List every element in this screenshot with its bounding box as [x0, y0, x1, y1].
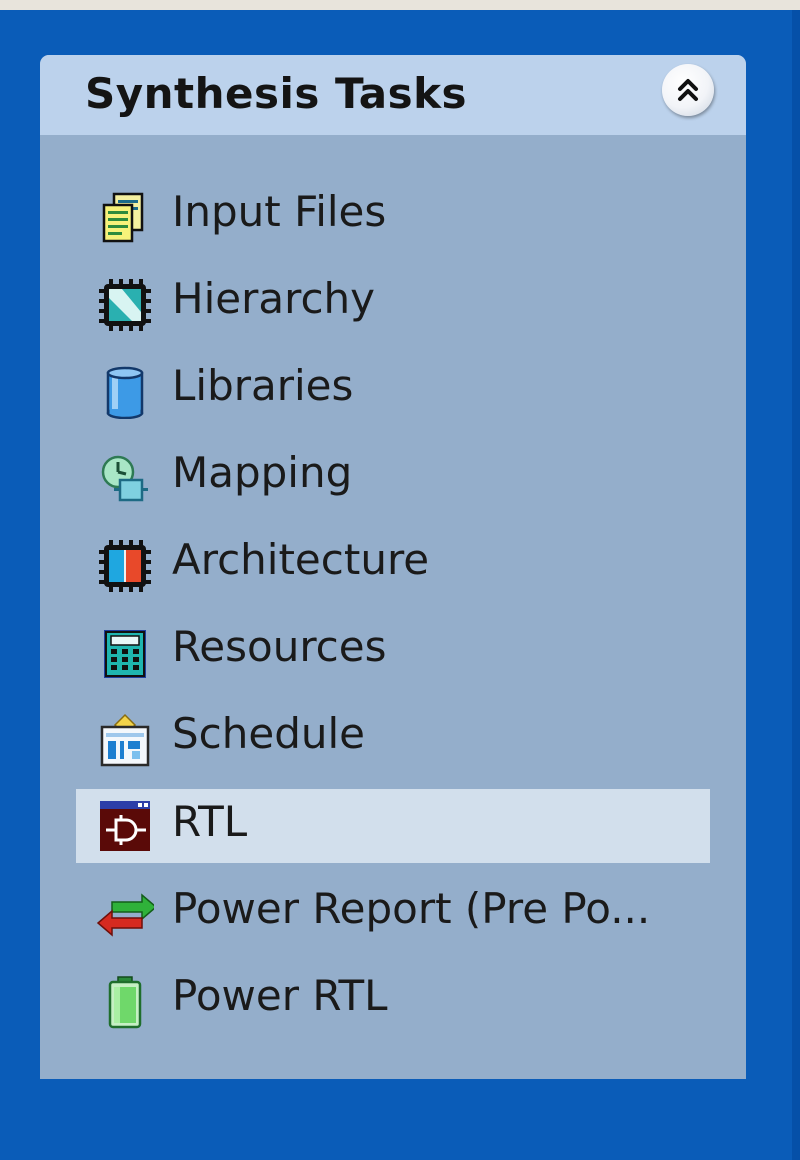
- panel-header[interactable]: Synthesis Tasks: [40, 55, 746, 135]
- hierarchy-icon: [99, 279, 151, 331]
- double-chevron-up-icon: [678, 79, 698, 101]
- task-item-label: Mapping: [172, 448, 353, 497]
- power-rtl-icon: [108, 976, 142, 1029]
- task-item-schedule[interactable]: Schedule: [76, 701, 710, 775]
- task-item-label: Power Report (Pre Po...: [172, 884, 651, 933]
- input-files-icon: [102, 192, 144, 243]
- task-item-power-rtl[interactable]: Power RTL: [76, 963, 710, 1037]
- task-item-label: Libraries: [172, 361, 354, 410]
- task-item-label: Input Files: [172, 187, 387, 236]
- power-report-icon: [96, 893, 154, 937]
- task-item-rtl[interactable]: RTL: [76, 789, 710, 863]
- task-item-libraries[interactable]: Libraries: [76, 353, 710, 427]
- task-item-label: Power RTL: [172, 971, 388, 1020]
- task-item-label: RTL: [172, 797, 248, 846]
- task-item-label: Architecture: [172, 535, 430, 584]
- mapping-icon: [101, 455, 148, 502]
- panel-title: Synthesis Tasks: [85, 69, 468, 118]
- architecture-icon: [99, 540, 151, 592]
- collapse-button[interactable]: [662, 64, 714, 116]
- top-window-edge: [0, 0, 800, 10]
- task-item-input-files[interactable]: Input Files: [76, 179, 710, 253]
- task-item-power-report[interactable]: Power Report (Pre Po...: [76, 876, 710, 950]
- rtl-icon: [100, 801, 150, 851]
- right-window-edge: [792, 10, 800, 1160]
- task-item-architecture[interactable]: Architecture: [76, 527, 710, 601]
- task-item-label: Schedule: [172, 709, 365, 758]
- task-item-label: Hierarchy: [172, 274, 376, 323]
- task-item-resources[interactable]: Resources: [76, 614, 710, 688]
- libraries-icon: [106, 366, 144, 419]
- task-item-mapping[interactable]: Mapping: [76, 440, 710, 514]
- task-item-label: Resources: [172, 622, 387, 671]
- task-item-hierarchy[interactable]: Hierarchy: [76, 266, 710, 340]
- resources-icon: [104, 630, 146, 678]
- synthesis-tasks-panel: Synthesis Tasks Input Files Hierarchy Li…: [40, 55, 746, 1079]
- schedule-icon: [100, 713, 150, 767]
